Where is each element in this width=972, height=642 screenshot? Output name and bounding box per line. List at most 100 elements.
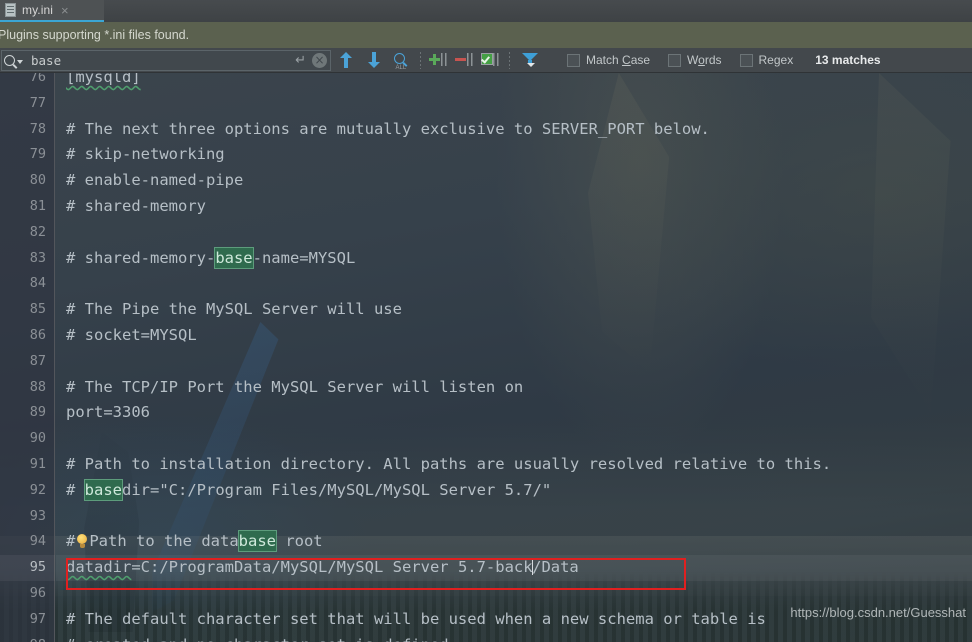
code-line[interactable] (56, 220, 972, 246)
chevron-down-icon (17, 60, 23, 64)
filter-button[interactable] (515, 48, 545, 73)
select-all-occurrences-button[interactable] (478, 48, 504, 73)
code-line[interactable] (56, 581, 972, 607)
code-editor[interactable]: 76 77 78 79 80 81 82 83 84 85 86 87 88 89 90 91 92 93 94 95… (0, 73, 972, 642)
filter-icon (522, 52, 538, 68)
inspection-underline: datadir (66, 558, 132, 577)
regex-checkbox[interactable] (739, 53, 753, 67)
code-text: # (66, 480, 85, 499)
code-line[interactable]: # shared-memory (56, 194, 972, 220)
editor-tab-bar: my.ini × (0, 0, 972, 22)
code-text: dir="C:/Program Files/MySQL/MySQL Server… (122, 480, 552, 499)
lightbulb-intention-icon[interactable] (76, 534, 88, 549)
code-line[interactable]: # The TCP/IP Port the MySQL Server will … (56, 375, 972, 401)
words-option[interactable]: Words (668, 53, 739, 67)
code-text: # The default character set that will be… (66, 609, 766, 628)
line-number: 77 (29, 94, 46, 111)
code-text: # The Pipe the MySQL Server will use (66, 300, 402, 319)
line-number: 81 (29, 197, 46, 214)
regex-option[interactable]: Regex (739, 53, 812, 67)
line-number: 80 (29, 172, 46, 189)
find-toolbar: base ↵ × ALL Match Case Words Regex 13 m… (0, 48, 972, 73)
line-number: 79 (29, 146, 46, 163)
code-text: -name=MYSQL (252, 248, 356, 267)
find-next-button[interactable] (361, 48, 387, 73)
line-number: 94 (29, 533, 46, 550)
enter-icon[interactable]: ↵ (295, 52, 306, 68)
add-selection-icon (429, 52, 449, 68)
add-selection-button[interactable] (426, 48, 452, 73)
match-case-checkbox[interactable] (567, 53, 580, 67)
find-previous-button[interactable] (331, 48, 361, 73)
search-match-highlight: base (83, 478, 124, 501)
line-number: 85 (29, 301, 46, 318)
code-line[interactable]: [mysqld] (56, 73, 972, 91)
code-line[interactable]: # basedir="C:/Program Files/MySQL/MySQL … (56, 478, 972, 504)
match-case-label: Match Case (586, 53, 651, 67)
line-number: 89 (29, 404, 46, 421)
line-number: 83 (29, 249, 46, 266)
code-text: # shared-memory- (66, 248, 216, 267)
line-number: 86 (29, 326, 46, 343)
line-number: 87 (29, 352, 46, 369)
search-input[interactable]: base ↵ × (1, 49, 331, 71)
line-number: 93 (29, 507, 46, 524)
search-match-highlight: base (237, 530, 277, 553)
line-number: 90 (29, 430, 46, 447)
line-number: 92 (29, 481, 46, 498)
code-line[interactable]: # socket=MYSQL (56, 323, 972, 349)
code-line[interactable]: # The Pipe the MySQL Server will use (56, 297, 972, 323)
clear-search-icon[interactable]: × (312, 52, 327, 68)
editor-tab-label: my.ini (22, 3, 54, 17)
ini-file-icon (4, 3, 17, 17)
code-text: # The next three options are mutually ex… (66, 119, 710, 138)
code-text: # enable-named-pipe (66, 171, 244, 190)
words-label: Words (687, 53, 722, 67)
editor-tab-my-ini[interactable]: my.ini × (0, 0, 104, 22)
watermark-text: https://blog.csdn.net/Guesshat (790, 605, 966, 620)
line-number: 97 (29, 610, 46, 627)
line-number: 84 (29, 275, 46, 292)
code-text: # skip-networking (66, 145, 225, 164)
code-text: port=3306 (66, 403, 150, 422)
plugin-notification-bar[interactable]: Plugins supporting *.ini files found. (0, 22, 972, 48)
code-line[interactable] (56, 91, 972, 117)
code-text: =C:/ProgramData/MySQL/MySQL Server 5.7-b… (131, 558, 533, 577)
remove-selection-button[interactable] (452, 48, 478, 73)
line-number: 82 (29, 223, 46, 240)
code-line[interactable]: # created and no character set is define… (56, 633, 972, 642)
line-number-gutter[interactable]: 76 77 78 79 80 81 82 83 84 85 86 87 88 89 90 91 92 93 94 95… (0, 73, 55, 642)
code-line[interactable]: # enable-named-pipe (56, 168, 972, 194)
magnifier-icon[interactable] (4, 54, 23, 66)
close-icon[interactable]: × (61, 4, 69, 17)
code-line[interactable] (56, 271, 972, 297)
code-line[interactable] (56, 504, 972, 530)
code-line[interactable] (56, 426, 972, 452)
code-line[interactable]: # The next three options are mutually ex… (56, 117, 972, 143)
code-line[interactable]: # skip-networking (56, 142, 972, 168)
line-number: 95 (0, 555, 55, 581)
code-line[interactable]: datadir=C:/ProgramData/MySQL/MySQL Serve… (56, 555, 972, 581)
find-all-button[interactable]: ALL (387, 48, 415, 73)
code-line[interactable]: # Path to installation directory. All pa… (56, 452, 972, 478)
line-number: 88 (29, 378, 46, 395)
words-checkbox[interactable] (668, 53, 682, 67)
code-content[interactable]: [mysqld] # The next three options are mut… (56, 73, 972, 642)
code-line[interactable]: # shared-memory-base-name=MYSQL (56, 246, 972, 272)
code-text: # The TCP/IP Port the MySQL Server will … (66, 377, 524, 396)
search-match-highlight: base (214, 246, 254, 269)
line-number: 76 (29, 73, 46, 85)
ide-editor-window: my.ini × Plugins supporting *.ini files … (0, 0, 972, 642)
arrow-up-icon (339, 52, 354, 68)
match-case-option[interactable]: Match Case (567, 53, 668, 67)
tab-bar-background (0, 0, 972, 22)
code-text: # created and no character set is define… (66, 636, 449, 642)
remove-selection-icon (455, 52, 475, 68)
search-input-value: base (31, 52, 62, 68)
code-line[interactable]: # Path to the database root (56, 529, 972, 555)
plugin-notification-text: Plugins supporting *.ini files found. (0, 28, 190, 42)
code-line[interactable] (56, 349, 972, 375)
toolbar-separator-2 (509, 51, 510, 69)
toolbar-separator (420, 51, 421, 69)
code-line[interactable]: port=3306 (56, 400, 972, 426)
